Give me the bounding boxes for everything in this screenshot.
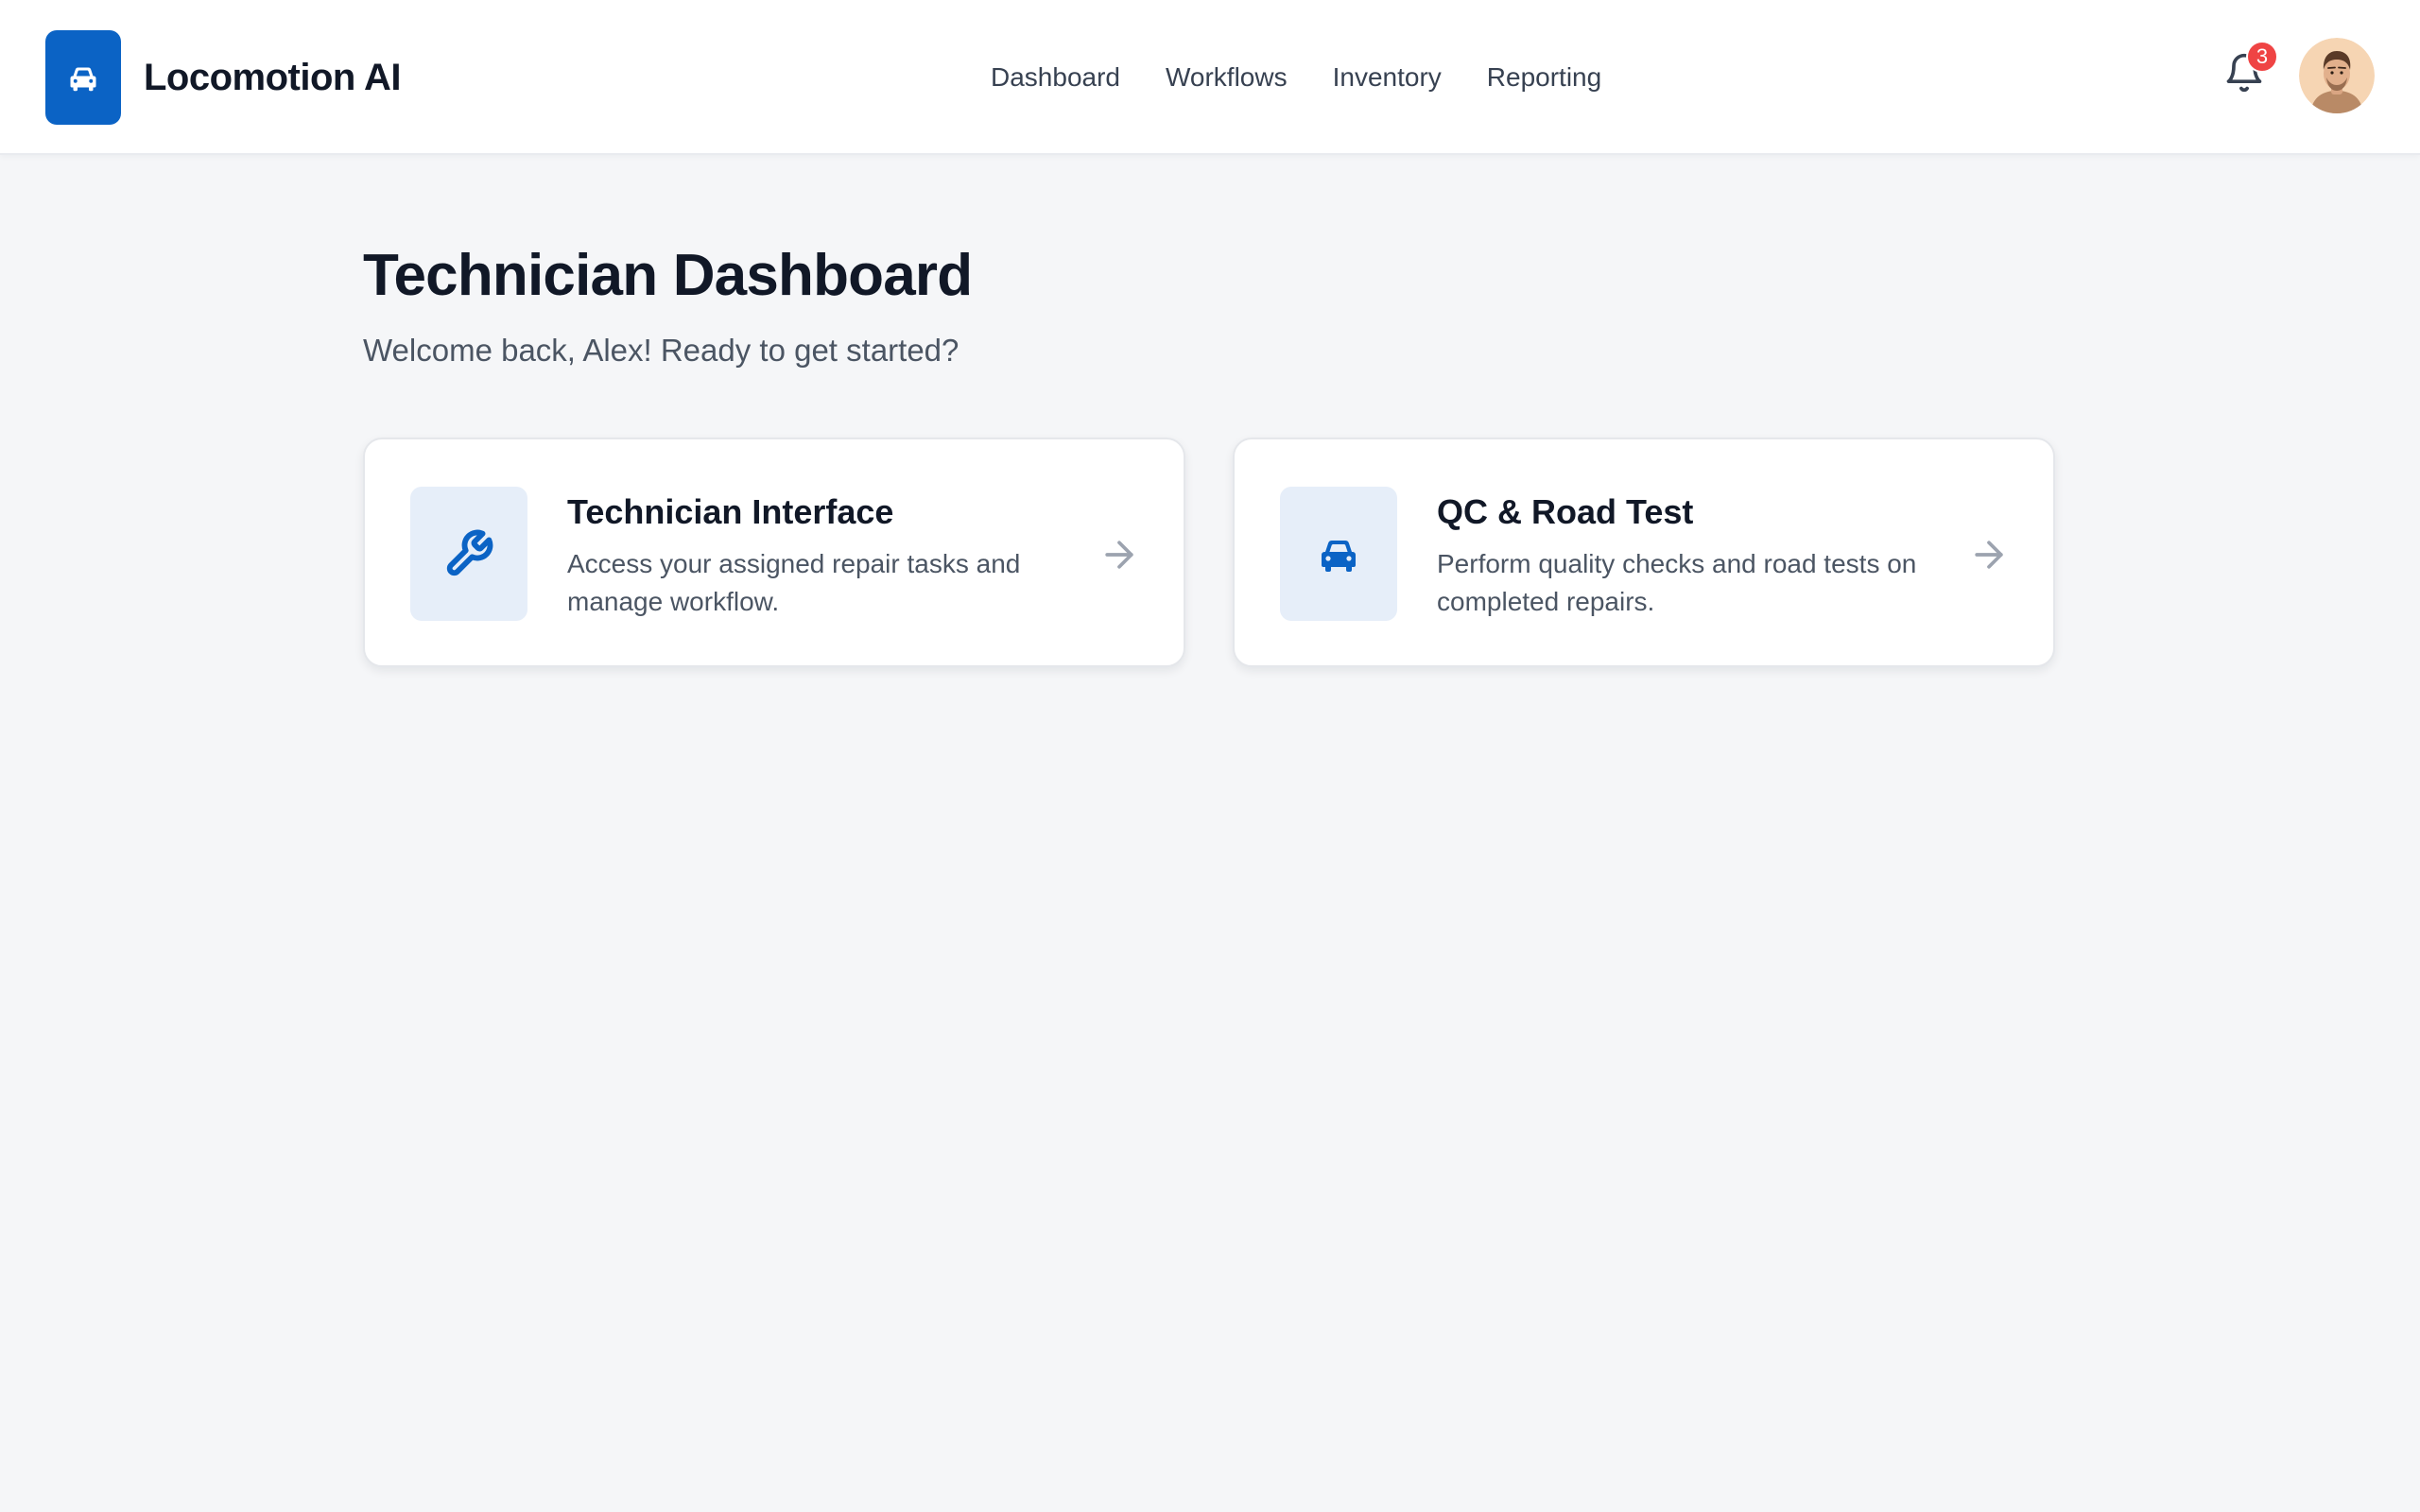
arrow-right-icon[interactable] [1098,534,1140,576]
card-title: Technician Interface [567,492,894,531]
nav-item-reporting[interactable]: Reporting [1487,62,1601,93]
nav-item-dashboard[interactable]: Dashboard [991,62,1120,93]
wrench-icon [446,529,493,576]
arrow-right-icon[interactable] [1968,534,2010,576]
qc-road-test-card[interactable]: QC & Road Test Perform quality checks an… [1233,438,2055,667]
technician-interface-card[interactable]: Technician Interface Access your assigne… [363,438,1185,667]
app-header: Locomotion AI Dashboard Workflows Invent… [0,0,2420,155]
nav-item-inventory[interactable]: Inventory [1333,62,1442,93]
card-icon-tile [1280,487,1397,621]
user-avatar[interactable] [2299,38,2375,113]
car-icon [70,67,96,92]
app-name: Locomotion AI [144,56,401,98]
card-description: Access your assigned repair tasks and ma… [567,549,1021,616]
page-title: Technician Dashboard [363,243,973,308]
card-description: Perform quality checks and road tests on… [1437,549,1917,616]
brand[interactable]: Locomotion AI [45,30,401,125]
card-title: QC & Road Test [1437,492,1694,531]
avatar-image [2299,38,2375,113]
main-nav: Dashboard Workflows Inventory Reporting [991,57,1601,98]
car-icon [1322,541,1356,572]
card-icon-tile [410,487,527,621]
brand-logo[interactable] [45,30,121,125]
notification-count-badge: 3 [2246,41,2278,73]
nav-item-workflows[interactable]: Workflows [1166,62,1288,93]
page-subtitle: Welcome back, Alex! Ready to get started… [363,333,959,368]
